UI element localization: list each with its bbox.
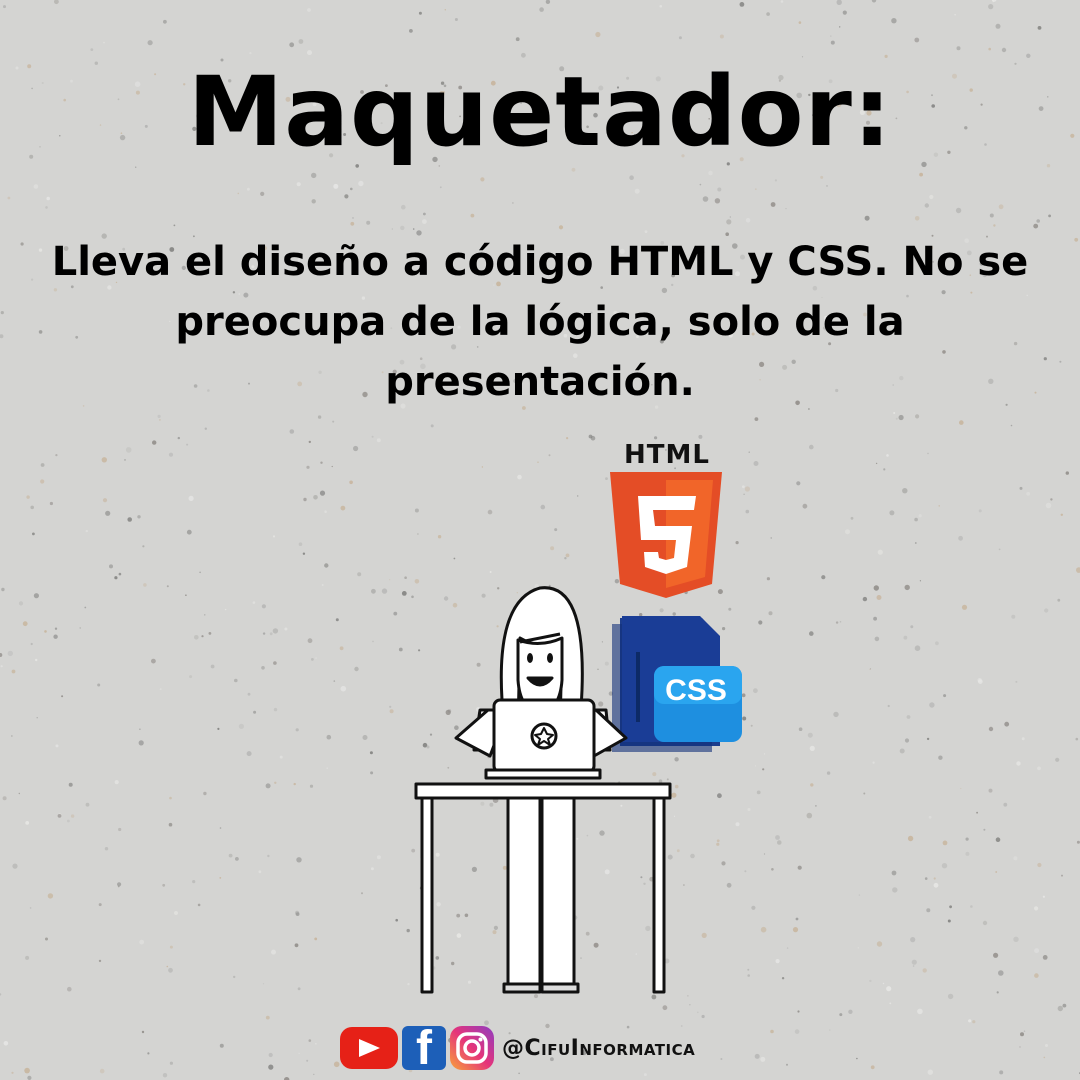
description-text: Lleva el diseño a código HTML y CSS. No … xyxy=(51,239,1029,405)
instagram-icon[interactable] xyxy=(450,1026,494,1070)
person-at-desk-illustration xyxy=(414,586,672,994)
social-footer: f @CifuInformatica xyxy=(340,1024,800,1074)
youtube-icon[interactable] xyxy=(340,1027,398,1069)
social-handle[interactable]: @CifuInformatica xyxy=(502,1036,695,1061)
page-title: Maquetador: xyxy=(187,56,893,168)
facebook-icon[interactable]: f xyxy=(402,1024,446,1074)
html-label: HTML xyxy=(624,440,710,470)
